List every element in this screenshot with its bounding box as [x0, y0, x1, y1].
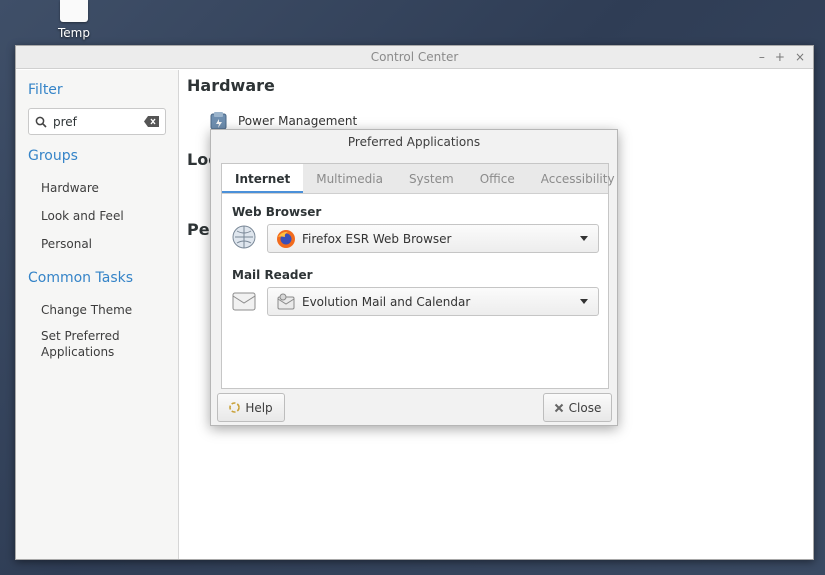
sidebar-item-personal[interactable]: Personal	[16, 236, 92, 252]
maximize-button[interactable]: +	[775, 46, 785, 69]
tab-multimedia[interactable]: Multimedia	[303, 164, 396, 193]
minimize-button[interactable]: –	[759, 46, 765, 69]
mail-reader-select[interactable]: Evolution Mail and Calendar	[267, 287, 599, 316]
window-controls: – + ×	[759, 46, 805, 69]
hardware-heading: Hardware	[187, 76, 275, 95]
mail-reader-label: Mail Reader	[232, 268, 313, 282]
filter-heading: Filter	[28, 82, 63, 98]
folder-icon	[60, 0, 88, 22]
web-browser-label: Web Browser	[232, 205, 322, 219]
dialog-notebook: Internet Multimedia System Office Access…	[221, 163, 615, 389]
help-button-label: Help	[245, 400, 273, 415]
close-button[interactable]: Close	[543, 393, 612, 422]
sidebar: Filter pref Groups Hardware Look and Fee…	[16, 70, 179, 559]
help-button[interactable]: Help	[217, 393, 285, 422]
preferred-applications-dialog: Preferred Applications Internet Multimed…	[210, 129, 618, 426]
sidebar-item-hardware[interactable]: Hardware	[16, 180, 99, 196]
task-set-preferred-applications[interactable]: Set Preferred Applications	[16, 328, 126, 360]
dialog-title: Preferred Applications	[347, 135, 481, 149]
groups-heading: Groups	[28, 148, 78, 164]
chevron-down-icon	[580, 299, 588, 304]
web-browser-value: Firefox ESR Web Browser	[302, 231, 452, 246]
search-input[interactable]: pref	[28, 108, 166, 135]
power-management-label: Power Management	[238, 114, 358, 128]
tab-internet[interactable]: Internet	[222, 164, 304, 193]
tab-accessibility[interactable]: Accessibility	[528, 164, 628, 193]
close-window-button[interactable]: ×	[795, 46, 805, 69]
close-button-label: Close	[568, 400, 602, 415]
firefox-icon	[277, 229, 295, 248]
window-title: Control Center	[370, 50, 459, 64]
clear-search-icon[interactable]	[144, 116, 159, 127]
search-value: pref	[53, 114, 77, 129]
common-tasks-heading: Common Tasks	[28, 270, 134, 286]
desktop-icon-label: Temp	[58, 26, 90, 40]
mail-reader-icon	[232, 292, 256, 311]
tab-office[interactable]: Office	[467, 164, 528, 193]
evolution-mail-icon	[277, 293, 295, 309]
help-icon	[229, 402, 241, 413]
close-icon	[554, 403, 563, 412]
web-browser-select[interactable]: Firefox ESR Web Browser	[267, 224, 599, 253]
search-icon	[35, 116, 47, 128]
desktop-icon-temp[interactable]: Temp	[52, 0, 96, 40]
task-change-theme[interactable]: Change Theme	[16, 302, 132, 318]
tab-system[interactable]: System	[396, 164, 467, 193]
mail-reader-value: Evolution Mail and Calendar	[302, 294, 471, 309]
web-browser-icon	[232, 225, 256, 249]
sidebar-item-look-and-feel[interactable]: Look and Feel	[16, 208, 124, 224]
window-titlebar[interactable]: Control Center – + ×	[16, 46, 813, 69]
chevron-down-icon	[580, 236, 588, 241]
tab-bar: Internet Multimedia System Office Access…	[222, 164, 615, 194]
